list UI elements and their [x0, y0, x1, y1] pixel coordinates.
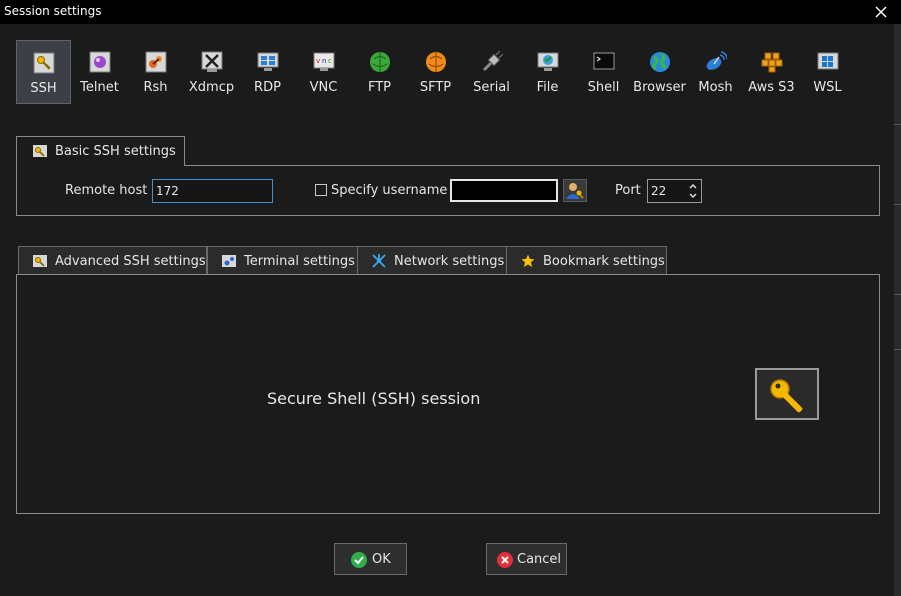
cancel-icon: [497, 552, 513, 568]
remote-host-label: Remote host *: [65, 183, 158, 198]
protocol-label: Aws S3: [748, 80, 795, 95]
protocol-label: RDP: [254, 80, 281, 95]
protocol-label: Serial: [473, 80, 510, 95]
window-title: Session settings: [4, 4, 102, 18]
mosh-icon: [706, 51, 727, 70]
cancel-label: Cancel: [517, 552, 562, 567]
spinner-up-icon[interactable]: [687, 182, 699, 191]
tab-joint: [17, 164, 184, 167]
ok-button[interactable]: OK: [334, 543, 407, 575]
key-icon: [33, 145, 47, 157]
wsl-icon: [817, 52, 838, 70]
tab-bookmark-settings[interactable]: Bookmark settings: [506, 246, 667, 275]
spinner-down-icon[interactable]: [687, 191, 699, 200]
protocol-label: Mosh: [698, 80, 733, 95]
protocol-xdmcp[interactable]: Xdmcp: [184, 40, 239, 104]
protocol-ftp[interactable]: FTP: [352, 40, 407, 104]
protocol-label: Shell: [587, 80, 620, 95]
protocol-telnet[interactable]: Telnet: [72, 40, 127, 104]
ok-label: OK: [372, 552, 391, 567]
xdmcp-icon: [201, 51, 222, 72]
title-bar: [0, 0, 901, 24]
protocol-label: SSH: [30, 81, 57, 96]
protocol-label: File: [536, 80, 559, 95]
tab-network-settings[interactable]: Network settings: [357, 246, 507, 275]
protocol-serial[interactable]: Serial: [464, 40, 519, 104]
rdp-icon: [257, 52, 278, 71]
session-description: Secure Shell (SSH) session: [267, 389, 481, 408]
vnc-icon: vnc: [313, 52, 334, 71]
username-input[interactable]: [450, 179, 558, 202]
protocol-file[interactable]: File: [520, 40, 575, 104]
protocol-aws-s3[interactable]: Aws S3: [744, 40, 799, 104]
ftp-icon: [369, 52, 390, 72]
tab-advanced-ssh-settings[interactable]: Advanced SSH settings: [18, 246, 207, 275]
rsh-icon: [145, 51, 166, 73]
protocol-rsh[interactable]: Rsh: [128, 40, 183, 104]
protocol-label: VNC: [309, 80, 338, 95]
protocol-ssh[interactable]: SSH: [16, 40, 71, 104]
tab-label: Bookmark settings: [543, 254, 665, 269]
port-label: Port: [615, 183, 641, 198]
protocol-wsl[interactable]: WSL: [800, 40, 855, 104]
tab-terminal-settings[interactable]: Terminal settings: [207, 246, 358, 275]
protocol-sftp[interactable]: SFTP: [408, 40, 463, 104]
protocol-label: Telnet: [80, 80, 119, 95]
protocol-label: SFTP: [419, 80, 452, 95]
protocol-label: WSL: [813, 80, 842, 95]
user-manager-button[interactable]: [563, 179, 587, 202]
svg-text:c: c: [328, 57, 332, 65]
port-spinner[interactable]: 22: [647, 179, 702, 203]
protocol-label: Xdmcp: [188, 80, 235, 95]
key-icon: [33, 52, 54, 74]
key-icon: [33, 255, 47, 267]
protocol-shell[interactable]: Shell: [576, 40, 631, 104]
protocol-browser[interactable]: Browser: [632, 40, 687, 104]
user-key-icon: [566, 183, 584, 199]
tab-basic-ssh-settings[interactable]: Basic SSH settings: [16, 136, 185, 166]
file-icon: [537, 52, 558, 71]
protocol-vnc[interactable]: vnc VNC: [296, 40, 351, 104]
tab-label: Basic SSH settings: [55, 144, 176, 159]
session-type-key-icon: [755, 368, 819, 420]
tab-label: Terminal settings: [244, 254, 355, 269]
telnet-icon: [89, 51, 110, 73]
specify-username-checkbox[interactable]: [315, 184, 327, 196]
close-button[interactable]: [868, 0, 894, 24]
browser-icon: [649, 52, 670, 72]
sftp-icon: [425, 52, 446, 72]
aws-s3-icon: [761, 52, 782, 73]
check-icon: [351, 552, 367, 568]
background-window-edge: [894, 24, 901, 596]
tab-label: Network settings: [394, 254, 505, 269]
remote-host-input[interactable]: [152, 179, 273, 203]
close-icon: [875, 6, 887, 18]
svg-text:v: v: [316, 57, 320, 65]
port-value[interactable]: 22: [651, 184, 666, 198]
protocol-rdp[interactable]: RDP: [240, 40, 295, 104]
tab-label: Advanced SSH settings: [55, 254, 206, 269]
serial-icon: [482, 51, 503, 72]
network-icon: [372, 254, 386, 268]
cancel-button[interactable]: Cancel: [486, 543, 567, 575]
specify-username-label[interactable]: Specify username: [331, 183, 447, 198]
terminal-icon: [222, 255, 236, 267]
shell-icon: [593, 52, 614, 70]
star-icon: [521, 254, 535, 267]
protocol-label: FTP: [367, 80, 392, 95]
protocol-mosh[interactable]: Mosh: [688, 40, 743, 104]
protocol-label: Browser: [633, 80, 686, 95]
protocol-label: Rsh: [143, 80, 168, 95]
svg-text:n: n: [322, 57, 326, 65]
